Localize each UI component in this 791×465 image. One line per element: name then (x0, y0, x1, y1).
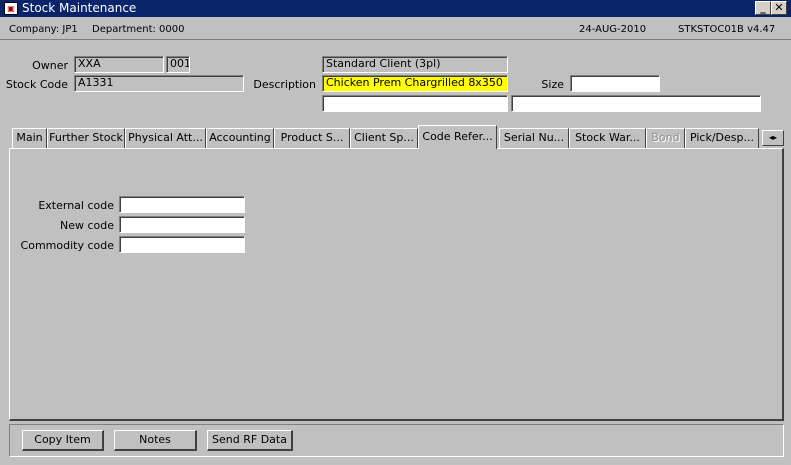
external-code-field[interactable] (119, 196, 245, 213)
title-bar: ▣ Stock Maintenance _ ✕ (0, 0, 791, 17)
send-rf-data-button[interactable]: Send RF Data (207, 430, 293, 451)
external-code-label: External code (38, 199, 114, 212)
application-icon[interactable]: ▣ (4, 2, 18, 15)
tab-code-reference[interactable]: Code Refer... (418, 125, 497, 149)
extra-field-2[interactable] (511, 95, 761, 112)
description-label: Description (253, 78, 316, 91)
commodity-code-field[interactable] (119, 236, 245, 253)
tab-scroll-arrows-icon[interactable]: ◂▸ (762, 130, 784, 146)
owner-label: Owner (32, 59, 68, 72)
tab-physical-attributes[interactable]: Physical Att... (125, 128, 206, 148)
department-text: Department: 0000 (92, 24, 185, 35)
owner-field[interactable]: XXA (74, 56, 164, 73)
tab-main[interactable]: Main (12, 128, 47, 148)
program-version-text: STKSTOC01B v4.47 (678, 24, 776, 35)
tab-client-specific[interactable]: Client Sp... (350, 128, 418, 148)
close-button[interactable]: ✕ (771, 1, 787, 15)
stock-code-field[interactable]: A1331 (74, 75, 244, 92)
tab-product-specs[interactable]: Product S... (274, 128, 350, 148)
minimize-button[interactable]: _ (755, 1, 771, 15)
client-type-field[interactable]: Standard Client (3pl) (322, 56, 508, 73)
owner-code-field[interactable]: 001 (166, 56, 190, 73)
tab-bond: Bond (646, 128, 685, 148)
window-title: Stock Maintenance (22, 1, 137, 15)
description-field[interactable]: Chicken Prem Chargrilled 8x350 (322, 75, 508, 92)
tab-pick-despatch[interactable]: Pick/Desp... (685, 128, 759, 148)
tab-serial-numbers[interactable]: Serial Nu... (499, 128, 569, 148)
stock-code-label: Stock Code (5, 78, 68, 91)
extra-field-1[interactable] (322, 95, 508, 112)
new-code-field[interactable] (119, 216, 245, 233)
tab-accounting[interactable]: Accounting (206, 128, 274, 148)
new-code-label: New code (59, 219, 114, 232)
notes-button[interactable]: Notes (114, 430, 197, 451)
code-reference-panel (9, 148, 784, 421)
info-bar: Company: JP1 Department: 0000 24-AUG-201… (0, 18, 791, 40)
tab-further-stock[interactable]: Further Stock (47, 128, 125, 148)
tab-stock-warehouse[interactable]: Stock War... (569, 128, 646, 148)
copy-item-button[interactable]: Copy Item (22, 430, 104, 451)
company-text: Company: JP1 (9, 24, 78, 35)
commodity-code-label: Commodity code (20, 239, 114, 252)
size-field[interactable] (570, 75, 660, 92)
date-text: 24-AUG-2010 (579, 24, 647, 35)
size-label: Size (541, 78, 564, 91)
